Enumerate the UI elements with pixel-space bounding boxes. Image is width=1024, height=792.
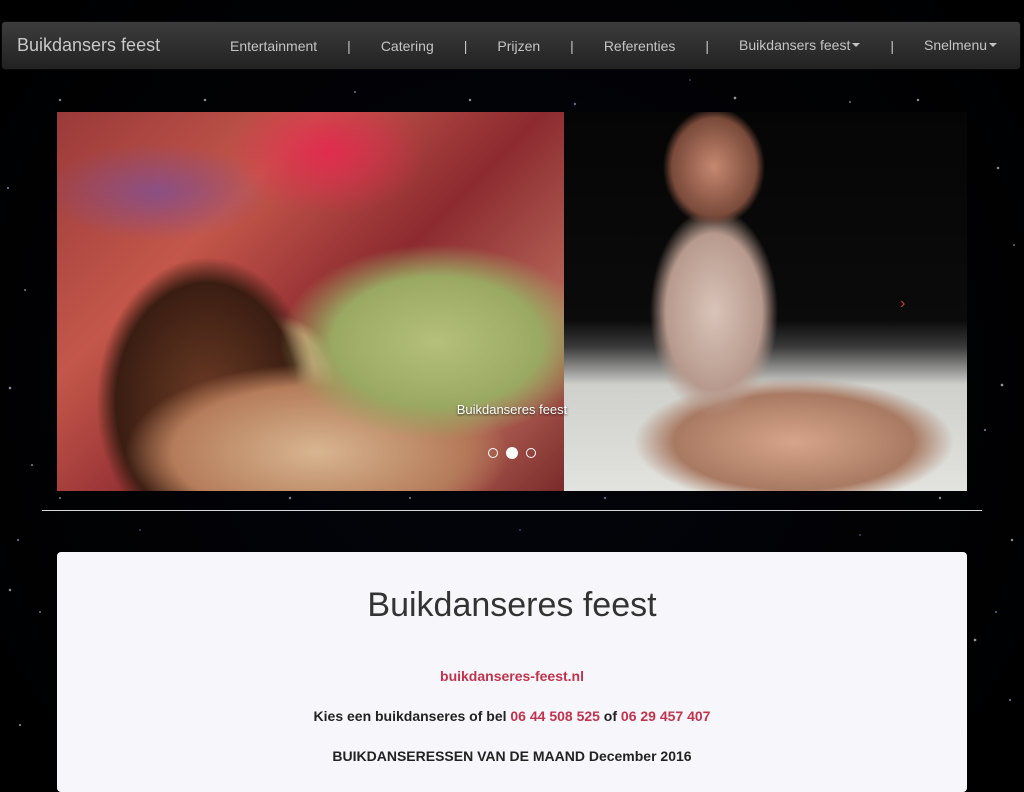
nav-dropdown-snelmenu[interactable]: Snelmenu bbox=[923, 36, 998, 55]
caret-down-icon bbox=[852, 43, 861, 48]
call-prefix: Kies een buikdanseres of bel bbox=[313, 708, 511, 724]
top-navbar: Buikdansers feest Entertainment | Cateri… bbox=[1, 21, 1021, 70]
nav-separator: | bbox=[705, 37, 710, 54]
chevron-right-icon[interactable]: › bbox=[900, 295, 905, 313]
nav-separator: | bbox=[890, 37, 894, 54]
carousel-caption: Buikdanseres feest bbox=[456, 402, 568, 417]
page-title: Buikdanseres feest bbox=[367, 586, 657, 624]
call-of: of bbox=[599, 708, 621, 724]
nav-dropdown-label: Buikdansers feest bbox=[739, 36, 851, 53]
nav-menu: Entertainment | Catering | Prijzen | Ref… bbox=[230, 36, 998, 55]
nav-item-catering[interactable]: Catering bbox=[381, 38, 434, 54]
nav-separator: | bbox=[570, 37, 574, 54]
nav-dropdown-buikdansers-feest[interactable]: Buikdansers feest bbox=[739, 36, 861, 55]
caret-down-icon bbox=[989, 43, 998, 48]
carousel-indicator[interactable] bbox=[526, 447, 537, 458]
nav-item-prijzen[interactable]: Prijzen bbox=[497, 38, 540, 54]
nav-item-referenties[interactable]: Referenties bbox=[604, 38, 676, 54]
carousel-photo-dancer-seated bbox=[564, 112, 967, 491]
nav-dropdown-label: Snelmenu bbox=[923, 36, 988, 53]
nav-separator: | bbox=[463, 37, 468, 54]
nav-item-entertainment[interactable]: Entertainment bbox=[230, 38, 317, 54]
nav-separator: | bbox=[347, 37, 351, 54]
phone-link-2[interactable]: 06 29 457 407 bbox=[621, 708, 711, 724]
carousel-photo-dancer-reclining bbox=[57, 112, 564, 491]
phone-link-1[interactable]: 06 44 508 525 bbox=[510, 708, 600, 724]
content-card: Buikdanseres feest buikdanseres-feest.nl… bbox=[57, 552, 967, 792]
carousel-indicator-active[interactable] bbox=[506, 446, 518, 459]
carousel-indicators bbox=[57, 444, 967, 462]
site-link[interactable]: buikdanseres-feest.nl bbox=[57, 668, 967, 684]
divider bbox=[42, 510, 982, 511]
month-heading: BUIKDANSERESSEN VAN DE MAAND December 20… bbox=[332, 748, 692, 764]
brand-link[interactable]: Buikdansers feest bbox=[17, 35, 217, 56]
call-to-action: Kies een buikdanseres of bel 06 44 508 5… bbox=[57, 708, 967, 724]
carousel-indicator[interactable] bbox=[487, 447, 498, 458]
image-carousel: Buikdanseres feest › bbox=[57, 112, 967, 491]
